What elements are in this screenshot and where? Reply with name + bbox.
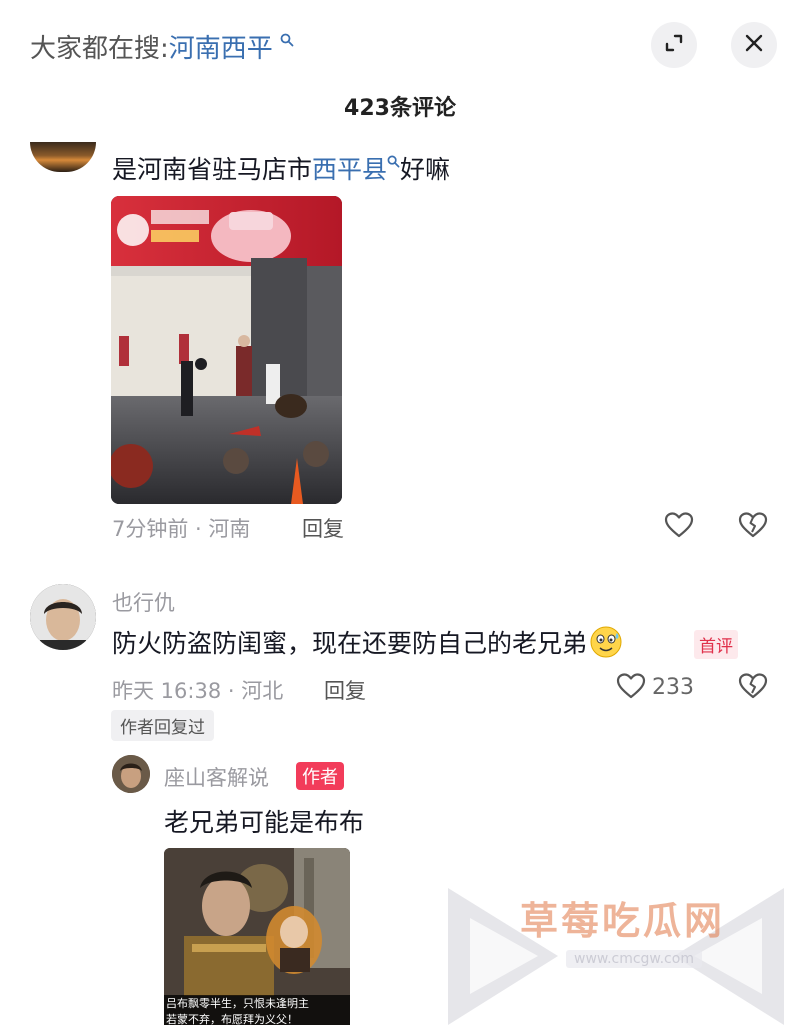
author-badge: 作者 xyxy=(296,762,344,790)
comment-text-part: 好嘛 xyxy=(400,155,451,184)
comment-meta: 7分钟前 · 河南 xyxy=(112,517,251,541)
reply-text: 老兄弟可能是布布 xyxy=(164,808,365,837)
dislike-button[interactable] xyxy=(736,510,770,544)
image-caption: 吕布飘零半生，只恨未逢明主 xyxy=(164,995,350,1011)
search-suggestion-prefix: 大家都在搜: xyxy=(30,34,169,64)
comment-username[interactable]: 也行仇 xyxy=(112,587,175,617)
search-icon xyxy=(275,32,294,52)
watermark-title: 草莓吃瓜网 xyxy=(520,899,726,943)
like-count: 233 xyxy=(652,675,694,700)
expand-icon xyxy=(663,32,685,58)
close-button[interactable] xyxy=(731,22,777,68)
comment-text-part: 防火防盗防闺蜜，现在还要防自己的老兄弟 xyxy=(112,629,588,658)
avatar[interactable] xyxy=(30,142,96,172)
search-suggestion[interactable]: 大家都在搜:河南西平 xyxy=(30,28,294,65)
watermark-url: www.cmcgw.com xyxy=(566,950,702,968)
reply-username[interactable]: 座山客解说 xyxy=(164,762,269,792)
search-icon xyxy=(387,154,400,172)
top-bar: 大家都在搜:河南西平 xyxy=(0,0,800,90)
comment-count: 423条评论 xyxy=(344,96,456,121)
reply-photo[interactable]: 吕布飘零半生，只恨未逢明主 若蒙不弃，布愿拜为义父！ xyxy=(164,848,350,1025)
comment-text: 是河南省驻马店市西平县 好嘛 xyxy=(112,150,450,186)
broken-heart-icon xyxy=(738,511,768,543)
comment-photo[interactable] xyxy=(111,196,342,504)
sweat-smile-emoji-icon xyxy=(589,625,623,659)
comment-text-part: 是河南省驻马店市 xyxy=(112,155,313,184)
close-icon xyxy=(743,32,765,58)
dislike-button[interactable] xyxy=(736,671,770,705)
comment-meta: 昨天 16:38 · 河北 xyxy=(112,679,284,703)
comment-keyword-link[interactable]: 西平县 xyxy=(312,155,387,184)
expand-button[interactable] xyxy=(651,22,697,68)
avatar[interactable] xyxy=(112,755,150,793)
image-caption: 若蒙不弃，布愿拜为义父！ xyxy=(164,1011,350,1025)
comment-text: 防火防盗防闺蜜，现在还要防自己的老兄弟 xyxy=(112,624,623,660)
first-comment-badge: 首评 xyxy=(694,630,738,659)
heart-icon xyxy=(616,672,646,704)
reply-button[interactable]: 回复 xyxy=(302,513,344,543)
like-button[interactable] xyxy=(662,510,696,544)
search-suggestion-keyword[interactable]: 河南西平 xyxy=(169,34,273,64)
broken-heart-icon xyxy=(738,672,768,704)
reply-button[interactable]: 回复 xyxy=(324,675,366,705)
heart-icon xyxy=(664,511,694,543)
author-replied-tag: 作者回复过 xyxy=(111,710,214,741)
avatar[interactable] xyxy=(30,584,96,650)
like-button[interactable] xyxy=(614,671,648,705)
